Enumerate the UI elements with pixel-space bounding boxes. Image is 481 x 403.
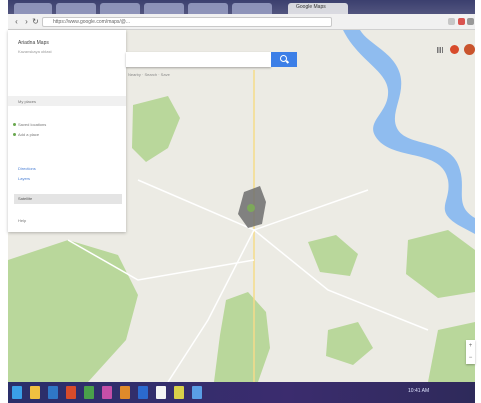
reload-icon[interactable]: ↻ <box>31 17 40 26</box>
panel-header: Ariadna Maps Kazanskaya oblast <box>8 30 126 60</box>
browser-toolbar: ‹ › ↻ https://www.google.com/maps/@... <box>8 14 475 30</box>
panel-item[interactable]: Add a place <box>18 132 39 137</box>
search-icon <box>280 55 287 62</box>
os-taskbar: 10:41 AM <box>8 382 475 403</box>
browser-tab-bar <box>8 0 475 14</box>
browser-tab[interactable] <box>56 3 96 14</box>
zoom-controls: + − <box>466 340 475 364</box>
browser-tab[interactable] <box>144 3 184 14</box>
bell-icon[interactable] <box>450 45 459 54</box>
browser-tab[interactable] <box>188 3 228 14</box>
taskbar-app-icon[interactable] <box>102 386 112 399</box>
taskbar-app-icon[interactable] <box>174 386 184 399</box>
apps-icon[interactable] <box>437 47 443 53</box>
screen: Google Maps ‹ › ↻ https://www.google.com… <box>0 0 481 403</box>
menu-icon[interactable] <box>467 18 474 25</box>
taskbar-app-icon[interactable] <box>84 386 94 399</box>
taskbar-app-icon[interactable] <box>30 386 40 399</box>
filter-chips[interactable]: Nearby · Search · Save <box>128 72 170 77</box>
forward-icon[interactable]: › <box>22 17 31 26</box>
taskbar-app-icon[interactable] <box>48 386 58 399</box>
browser-tab[interactable] <box>100 3 140 14</box>
status-dot-icon <box>13 133 16 136</box>
panel-item[interactable]: Saved locations <box>18 122 46 127</box>
panel-section-label: My places <box>18 99 37 104</box>
back-icon[interactable]: ‹ <box>12 17 21 26</box>
panel-subtitle: Kazanskaya oblast <box>18 49 52 54</box>
panel-title: Ariadna Maps <box>18 40 49 46</box>
region-marker <box>247 204 255 212</box>
taskbar-app-icon[interactable] <box>156 386 166 399</box>
search-input[interactable] <box>126 52 271 67</box>
panel-item[interactable]: Help <box>18 218 26 223</box>
search-button[interactable] <box>271 52 297 67</box>
panel-link[interactable]: Layers <box>18 176 30 181</box>
taskbar-app-icon[interactable] <box>120 386 130 399</box>
taskbar-app-icon[interactable] <box>138 386 148 399</box>
panel-link[interactable]: Directions <box>18 166 36 171</box>
taskbar-app-icon[interactable] <box>66 386 76 399</box>
browser-tab[interactable] <box>14 3 52 14</box>
avatar[interactable] <box>464 44 475 55</box>
minus-icon[interactable]: − <box>466 352 475 364</box>
side-panel: Ariadna Maps Kazanskaya oblast My places… <box>8 30 126 232</box>
status-dot-icon <box>13 123 16 126</box>
system-clock: 10:41 AM <box>408 388 430 394</box>
active-tab-label: Google Maps <box>296 4 326 10</box>
browser-tab[interactable] <box>232 3 272 14</box>
plus-icon[interactable]: + <box>466 340 475 352</box>
address-text: https://www.google.com/maps/@... <box>53 19 131 25</box>
bookmark-icon[interactable] <box>448 18 455 25</box>
start-icon[interactable] <box>12 386 22 399</box>
extension-icon[interactable] <box>458 18 465 25</box>
address-bar[interactable]: https://www.google.com/maps/@... <box>42 17 332 27</box>
panel-item[interactable]: Satellite <box>18 196 32 201</box>
taskbar-app-icon[interactable] <box>192 386 202 399</box>
